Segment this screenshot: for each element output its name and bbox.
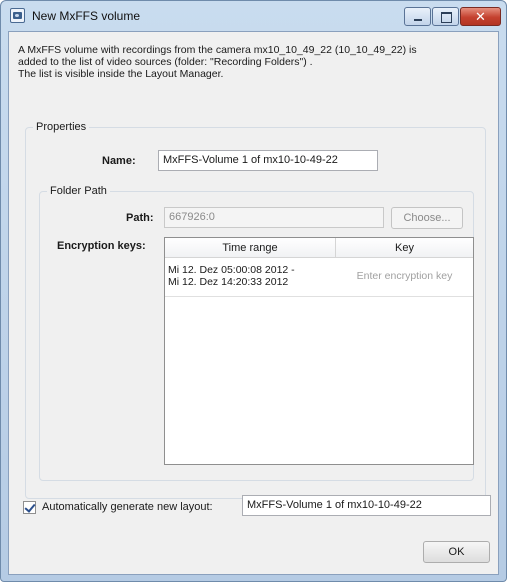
encryption-keys-table[interactable]: Time range Key Mi 12. Dez 05:00:08 2012 … — [164, 237, 474, 465]
dialog-body: A MxFFS volume with recordings from the … — [8, 31, 499, 575]
encryption-keys-label: Encryption keys: — [57, 240, 146, 252]
name-field[interactable]: MxFFS-Volume 1 of mx10-10-49-22 — [158, 150, 378, 171]
maximize-button[interactable] — [432, 7, 459, 26]
intro-line: A MxFFS volume with recordings from the … — [18, 44, 417, 56]
table-row[interactable]: Mi 12. Dez 05:00:08 2012 - Mi 12. Dez 14… — [165, 259, 473, 297]
properties-legend: Properties — [33, 121, 90, 133]
column-header-time-range[interactable]: Time range — [165, 238, 336, 258]
window-title: New MxFFS volume — [32, 9, 141, 23]
ok-button[interactable]: OK — [423, 541, 490, 563]
folder-path-legend: Folder Path — [47, 185, 110, 197]
column-header-key[interactable]: Key — [336, 238, 473, 258]
close-icon: ✕ — [475, 9, 486, 24]
folder-path-group: Folder Path Path: 667926:0 Choose... Enc… — [39, 185, 474, 481]
choose-button[interactable]: Choose... — [391, 207, 463, 229]
path-field[interactable]: 667926:0 — [164, 207, 384, 228]
intro-line: added to the list of video sources (fold… — [18, 56, 313, 68]
name-label: Name: — [102, 155, 136, 167]
time-range-end: Mi 12. Dez 14:20:33 2012 — [168, 276, 289, 288]
table-header: Time range Key — [165, 238, 473, 258]
time-range-cell: Mi 12. Dez 05:00:08 2012 - Mi 12. Dez 14… — [168, 264, 334, 288]
close-button[interactable]: ✕ — [460, 7, 501, 26]
auto-generate-label[interactable]: Automatically generate new layout: — [42, 501, 213, 513]
intro-line: The list is visible inside the Layout Ma… — [18, 68, 224, 80]
properties-group: Properties Name: MxFFS-Volume 1 of mx10-… — [25, 121, 486, 499]
camera-icon — [10, 8, 25, 23]
time-range-start: Mi 12. Dez 05:00:08 2012 - — [168, 264, 295, 276]
auto-generate-checkbox[interactable] — [23, 501, 36, 514]
minimize-button[interactable] — [404, 7, 431, 26]
dialog-window: New MxFFS volume ✕ A MxFFS volume with r… — [0, 0, 507, 582]
encryption-key-cell[interactable]: Enter encryption key — [336, 270, 473, 282]
title-bar[interactable]: New MxFFS volume ✕ — [1, 1, 506, 31]
path-label: Path: — [126, 212, 154, 224]
layout-name-field[interactable]: MxFFS-Volume 1 of mx10-10-49-22 — [242, 495, 491, 516]
intro-text: A MxFFS volume with recordings from the … — [18, 44, 493, 80]
